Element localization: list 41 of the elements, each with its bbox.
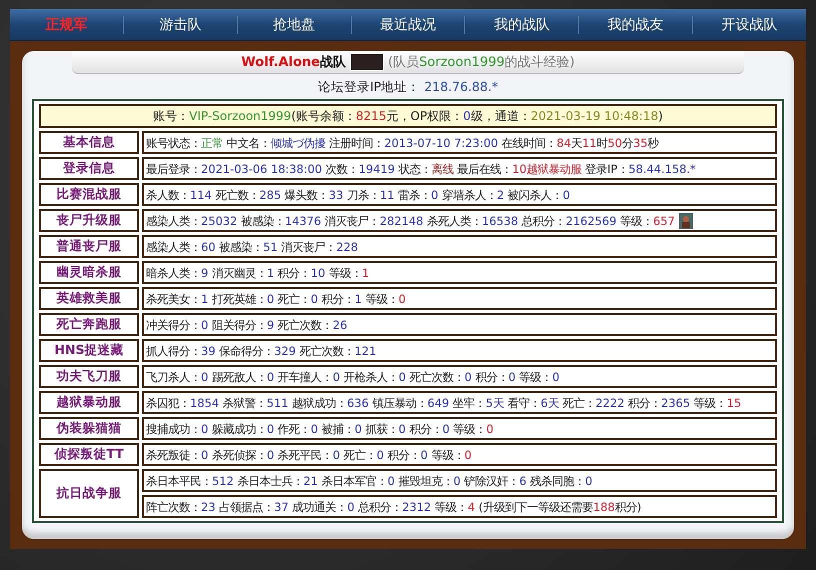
stats-text: 感染人类：60 被感染：51 消灭丧尸：228: [146, 238, 358, 254]
stats-text: 搜捕成功：0 躲藏成功：0 作死：0 被捕：0 抓获：0 积分：0 等级：0: [146, 420, 494, 436]
category-label: 英雄救美服: [39, 287, 139, 310]
ip-value: 218.76.88.*: [424, 79, 498, 96]
team-title: Wolf.Alone战队: [241, 54, 346, 71]
avatar-placeholder: [350, 53, 384, 71]
stats-text: 杀人数：114 死亡数：285 爆头数：33 刀杀：11 雷杀：0 穿墙杀人：2 被闪杀人：0: [146, 186, 570, 202]
stats-text: 暗杀人类：9 消灭幽灵：1 积分：10 等级：1: [146, 264, 370, 280]
category-label: 幽灵暗杀服: [39, 261, 139, 284]
stats-text: 杀死叛徒：0 杀死侦探：0 杀死平民：0 死亡：0 积分：0 等级：0: [146, 446, 472, 462]
stats-text: 杀日本平民：512 杀日本士兵：21 杀日本军官：0 摧毁坦克：0 铲除汉奸：6 残杀同胞：0: [146, 472, 592, 488]
category-label: 丧尸升级服: [39, 209, 139, 232]
stats-text: 阵亡次数：23 占领据点：37 成功通关：0 总积分：2312 等级：4 (升级到下一等级还需要188积分): [146, 498, 642, 514]
nav-link[interactable]: 开设战队: [692, 16, 806, 34]
category-label: 比赛混战服: [39, 183, 139, 206]
account-summary: 账号：VIP-Sorzoon1999(账号余额：8215元，OP权限：0级，通道：2021-03-19 10:48:18): [39, 104, 777, 128]
stats-text: 抓人得分：39 保命得分：329 死亡次数：121: [146, 342, 376, 358]
nav-link[interactable]: 我的战友: [578, 16, 692, 34]
category-label: 普通丧尸服: [39, 235, 139, 258]
nav-link[interactable]: 抢地盘: [236, 16, 351, 34]
stats-text: 杀囚犯：1854 杀狱警：511 越狱成功：636 镇压暴动：649 坐牢：5天 看守：6天 死亡：2222 积分：2365 等级：15: [146, 394, 742, 410]
member-note: (队员Sorzoon1999的战斗经验): [388, 54, 575, 71]
stats-text: 杀死美女：1 打死英雄：0 死亡：0 积分：1 等级：0: [146, 290, 406, 306]
stats-text: 账号状态：正常 中文名：倾城づ伪擾 注册时间：2013-07-10 7:23:00 在线时间：84天11时50分35秒: [146, 134, 659, 150]
category-label: 基本信息: [39, 131, 139, 154]
stats-text: 感染人类：25032 被感染：14376 消灭丧尸：282148 杀死人类：16538 总积分：2162569 等级：657: [146, 212, 675, 228]
stats-text: 飞刀杀人：0 踢死敌人：0 开车撞人：0 开枪杀人：0 死亡次数：0 积分：0 等级：0: [146, 368, 560, 384]
nav-link[interactable]: 游击队: [122, 16, 237, 34]
category-label: 抗日战争服: [39, 469, 139, 518]
category-label: 侦探叛徒TT: [39, 443, 139, 466]
stats-text: 最后登录：2021-03-06 18:38:00 次数：19419 状态：离线 最后在线：10越狱暴动服 登录IP：58.44.158.*: [146, 160, 696, 176]
category-label: 越狱暴动服: [39, 391, 139, 414]
category-label: 死亡奔跑服: [39, 313, 139, 336]
category-label: 功夫飞刀服: [39, 365, 139, 388]
stats-text: 冲关得分：0 阻关得分：9 死亡次数：26: [146, 316, 348, 332]
category-label: HNS捉迷藏: [39, 339, 139, 362]
nav-link[interactable]: 最近战况: [350, 16, 464, 34]
ip-label: 论坛登录IP地址：: [318, 79, 420, 96]
category-label: 登录信息: [39, 157, 139, 180]
nav-link[interactable]: 我的战队: [464, 16, 578, 34]
category-label: 伪装躲猫猫: [39, 417, 139, 440]
